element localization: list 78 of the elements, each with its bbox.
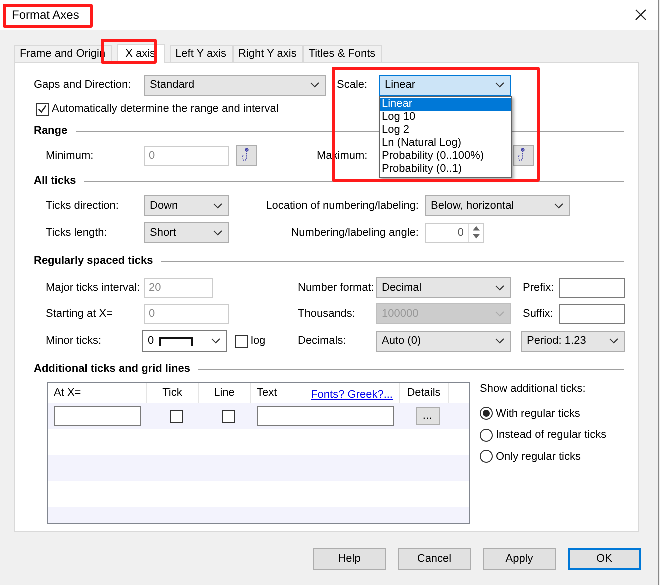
checkbox[interactable]: [36, 102, 49, 116]
field-label: Major ticks interval:: [46, 282, 142, 294]
location-dropdown[interactable]: Below, horizontal: [425, 195, 570, 216]
field-label: Ticks length:: [46, 226, 108, 238]
scale-option[interactable]: Ln (Natural Log): [380, 136, 511, 150]
field-label: Minimum:: [46, 150, 95, 162]
scale-option[interactable]: Probability (0..1): [380, 162, 511, 176]
text-field[interactable]: [257, 406, 394, 426]
tab[interactable]: Titles & Fonts: [302, 45, 382, 62]
angle-spinner[interactable]: 0: [425, 222, 484, 242]
chevron-icon: [211, 338, 221, 344]
scale-dropdown[interactable]: Linear: [379, 74, 511, 96]
checkbox-label: log: [251, 335, 266, 347]
radio-label: With regular ticks: [496, 408, 580, 420]
ticks-direction-dropdown[interactable]: Down: [144, 195, 229, 216]
suffix-field[interactable]: [559, 304, 625, 324]
checkbox[interactable]: [222, 410, 234, 422]
pick-button[interactable]: [512, 145, 534, 166]
section-title: Additional ticks and grid lines: [34, 363, 190, 375]
checkbox-label: Automatically determine the range and interval: [52, 103, 279, 115]
chevron-icon: [495, 338, 505, 344]
gaps-direction-dropdown[interactable]: Standard: [144, 74, 326, 96]
chevron-icon: [213, 230, 223, 236]
section-title: Range: [34, 125, 68, 137]
dialog-button[interactable]: Cancel: [398, 548, 471, 570]
dialog-button[interactable]: Apply: [483, 548, 556, 570]
section-title: Regularly spaced ticks: [34, 255, 154, 267]
scale-option[interactable]: Log 10: [380, 110, 511, 124]
chevron-icon: [495, 82, 505, 88]
field-label: Scale:: [337, 79, 369, 91]
field-label: Thousands:: [298, 308, 356, 320]
field-label: Location of numbering/labeling:: [266, 200, 419, 212]
radio-group-label: Show additional ticks:: [480, 383, 587, 397]
radio-label: Only regular ticks: [496, 450, 581, 463]
minor-ticks-dropdown[interactable]: 0: [142, 330, 227, 352]
field-label: Gaps and Direction:: [34, 79, 132, 91]
period-dropdown[interactable]: Period: 1.23: [521, 330, 625, 352]
dialog-button[interactable]: Help: [313, 548, 386, 570]
radio-label: Instead of regular ticks: [496, 429, 607, 442]
number-format-dropdown[interactable]: Decimal: [376, 277, 511, 298]
dialog-button[interactable]: OK: [568, 548, 641, 570]
chevron-icon: [609, 338, 619, 344]
fonts-link[interactable]: Fonts? Greek?...: [311, 389, 393, 401]
field-label: Numbering/labeling angle:: [290, 226, 419, 238]
radio-button[interactable]: [480, 428, 493, 442]
prefix-field[interactable]: [559, 278, 625, 298]
close-icon[interactable]: [635, 9, 647, 21]
checkbox[interactable]: [170, 410, 182, 422]
radio-button[interactable]: [480, 407, 493, 420]
field-label: Decimals:: [298, 335, 348, 347]
field-label: Minor ticks:: [46, 335, 103, 347]
section-title: All ticks: [34, 175, 76, 187]
scale-option[interactable]: Log 2: [380, 124, 511, 136]
checkbox[interactable]: [235, 334, 248, 348]
chevron-icon: [310, 82, 320, 88]
at-x-field[interactable]: [54, 406, 141, 426]
details-button[interactable]: ...: [416, 407, 440, 425]
chevron-icon: [213, 202, 223, 208]
field-label: Prefix:: [523, 282, 556, 294]
chevron-icon: [495, 310, 505, 316]
chevron-icon: [554, 202, 564, 208]
column-header: Text: [257, 387, 278, 399]
field-label: Ticks direction:: [46, 200, 120, 212]
field-label: Number format:: [298, 282, 376, 294]
tab[interactable]: Left Y axis: [170, 45, 233, 62]
chevron-icon: [495, 284, 505, 290]
ticks-length-dropdown[interactable]: Short: [144, 222, 229, 243]
field-label: Suffix:: [523, 308, 554, 320]
scale-option[interactable]: Linear: [380, 98, 511, 110]
hook-icon: [242, 148, 252, 164]
radio-button[interactable]: [480, 450, 493, 464]
field-label: Starting at X=: [46, 308, 114, 320]
tick-style-icon: [159, 336, 194, 346]
window-title: Format Axes: [12, 8, 80, 22]
pick-button[interactable]: [236, 145, 257, 166]
decimals-dropdown[interactable]: Auto (0): [376, 330, 511, 352]
tab[interactable]: Right Y axis: [232, 45, 303, 62]
scale-option[interactable]: Probability (0..100%): [380, 150, 511, 162]
